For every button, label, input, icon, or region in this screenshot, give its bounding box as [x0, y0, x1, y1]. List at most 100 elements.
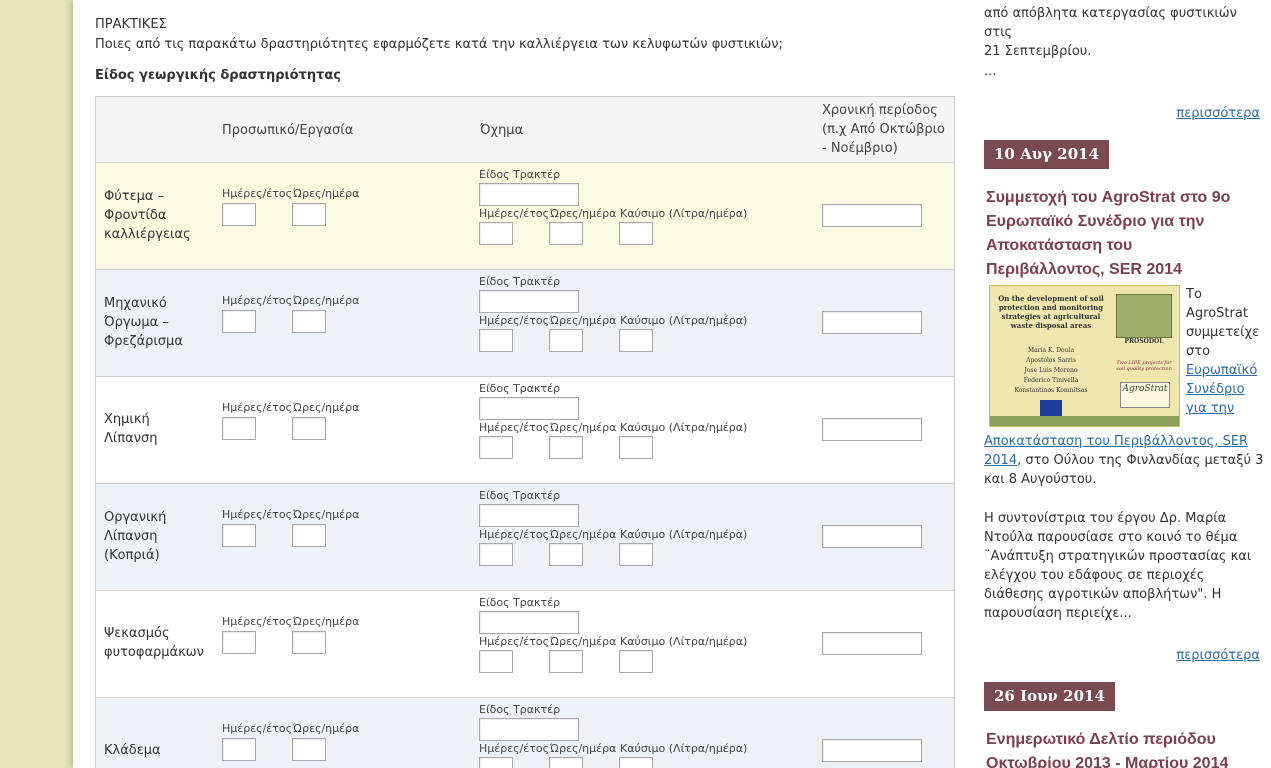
page: ΠΡΑΚΤΙΚΕΣ Ποιες από τις παρακάτω δραστηρ… — [73, 0, 1271, 768]
tractor-type-input[interactable] — [479, 504, 579, 527]
vehicle-hours-input[interactable] — [549, 543, 583, 566]
label-hours-day: Ώρες/ημέρα — [293, 187, 360, 200]
conference-link-e[interactable]: 2014 — [984, 453, 1017, 468]
fuel-input[interactable] — [619, 436, 653, 459]
personal-hours-input[interactable] — [292, 631, 326, 654]
question-text: Ποιες από τις παρακάτω δραστηριότητες εφ… — [95, 37, 783, 52]
table-row: Οργανική Λίπανση (Κοπριά) Ημέρες/έτος Ώρες/η… — [96, 484, 954, 591]
label-tractor-type: Είδος Τρακτέρ — [479, 489, 561, 502]
tractor-type-input[interactable] — [479, 290, 579, 313]
personal-days-input[interactable] — [222, 738, 256, 761]
activity-label: Οργανική Λίπανση (Κοπριά) — [104, 510, 167, 563]
personal-days-input[interactable] — [222, 524, 256, 547]
personal-hours-input[interactable] — [292, 524, 326, 547]
vehicle-days-input[interactable] — [479, 543, 513, 566]
personal-days-input[interactable] — [222, 203, 256, 226]
label-days-year: Ημέρες/έτος — [222, 508, 293, 521]
label-vehicle-days: Ημέρες/έτος — [479, 421, 550, 434]
vehicle-days-input[interactable] — [479, 222, 513, 245]
conference-link-d[interactable]: Αποκατάσταση του Περιβάλλοντος, SER — [984, 434, 1248, 449]
tractor-type-input[interactable] — [479, 397, 579, 420]
label-days-year: Ημέρες/έτος — [222, 401, 293, 414]
table-row: Φύτεμα – Φροντίδα καλλιέργειας Ημέρες/έτος Ώ… — [96, 163, 954, 270]
news-body-paragraph: Η συντονίστρια του έργου Δρ. Μαρία Ντούλ… — [984, 511, 1252, 621]
label-fuel: Καύσιμο (Λίτρα/ημέρα) — [620, 528, 748, 541]
label-vehicle-hours: Ώρες/ημέρα — [550, 742, 617, 755]
label-hours-day: Ώρες/ημέρα — [293, 401, 360, 414]
fuel-input[interactable] — [619, 329, 653, 352]
olive-tree-graphic — [1116, 294, 1172, 338]
vehicle-days-input[interactable] — [479, 436, 513, 459]
personal-hours-input[interactable] — [292, 417, 326, 440]
personal-days-input[interactable] — [222, 310, 256, 333]
vehicle-days-input[interactable] — [479, 329, 513, 352]
label-days-year: Ημέρες/έτος — [222, 722, 293, 735]
conference-link-b[interactable]: Συνέδριο — [1186, 382, 1245, 397]
activity-label: Φύτεμα – Φροντίδα καλλιέργειας — [104, 189, 191, 242]
personal-days-input[interactable] — [222, 417, 256, 440]
conference-link-c[interactable]: για την — [1186, 401, 1234, 416]
personal-hours-input[interactable] — [292, 738, 326, 761]
fuel-input[interactable] — [619, 222, 653, 245]
prev-news-ellipsis: ... — [984, 64, 997, 79]
label-vehicle-days: Ημέρες/έτος — [479, 742, 550, 755]
tractor-type-input[interactable] — [479, 183, 579, 206]
more-link-1[interactable]: περισσότερα — [1176, 106, 1260, 121]
label-fuel: Καύσιμο (Λίτρα/ημέρα) — [620, 635, 748, 648]
activities-table: Προσωπικό/Εργασία Όχημα Χρονική περίοδος… — [95, 96, 955, 768]
vehicle-hours-input[interactable] — [549, 436, 583, 459]
table-subheading: Είδος γεωργικής δραστηριότητας — [95, 68, 342, 83]
label-days-year: Ημέρες/έτος — [222, 294, 293, 307]
vehicle-hours-input[interactable] — [549, 757, 583, 768]
fuel-input[interactable] — [619, 650, 653, 673]
fuel-input[interactable] — [619, 543, 653, 566]
label-tractor-type: Είδος Τρακτέρ — [479, 703, 561, 716]
label-vehicle-days: Ημέρες/έτος — [479, 528, 550, 541]
period-input[interactable] — [822, 632, 922, 655]
label-hours-day: Ώρες/ημέρα — [293, 615, 360, 628]
news-title-link-2[interactable]: Ενημερωτικό Δελτίο περιόδου Οκτωβρίου 20… — [986, 728, 1261, 768]
personal-hours-input[interactable] — [292, 203, 326, 226]
fuel-input[interactable] — [619, 757, 653, 768]
activity-label: Κλάδεμα — [104, 743, 161, 758]
period-input[interactable] — [822, 739, 922, 762]
label-days-year: Ημέρες/έτος — [222, 615, 293, 628]
activity-label: Ψεκασμός φυτοφαρμάκων — [104, 626, 204, 660]
vehicle-hours-input[interactable] — [549, 329, 583, 352]
period-input[interactable] — [822, 418, 922, 441]
label-fuel: Καύσιμο (Λίτρα/ημέρα) — [620, 207, 748, 220]
vehicle-days-input[interactable] — [479, 650, 513, 673]
vehicle-hours-input[interactable] — [549, 650, 583, 673]
vehicle-hours-input[interactable] — [549, 222, 583, 245]
label-tractor-type: Είδος Τρακτέρ — [479, 382, 561, 395]
table-row: Μηχανικό Όργωμα – Φρεζάρισμα Ημέρες/έτος Ώρε… — [96, 270, 954, 377]
vehicle-days-input[interactable] — [479, 757, 513, 768]
label-fuel: Καύσιμο (Λίτρα/ημέρα) — [620, 314, 748, 327]
tractor-type-input[interactable] — [479, 611, 579, 634]
personal-hours-input[interactable] — [292, 310, 326, 333]
news-date-badge-2: 26 Ιουν 2014 — [984, 682, 1115, 711]
period-input[interactable] — [822, 204, 922, 227]
activity-label: Χημική Λίπανση — [104, 412, 158, 446]
conference-link-a[interactable]: Ευρωπαϊκό — [1186, 363, 1257, 378]
table-header: Προσωπικό/Εργασία Όχημα Χρονική περίοδος… — [96, 97, 954, 163]
label-vehicle-hours: Ώρες/ημέρα — [550, 314, 617, 327]
label-vehicle-days: Ημέρες/έτος — [479, 207, 550, 220]
table-body: Φύτεμα – Φροντίδα καλλιέργειας Ημέρες/έτος Ώ… — [96, 163, 954, 768]
table-row: Χημική Λίπανση Ημέρες/έτος Ώρες/ημέρα Είδος … — [96, 377, 954, 484]
personal-days-input[interactable] — [222, 631, 256, 654]
news-thumbnail-image[interactable]: On the development of soil protection an… — [989, 285, 1180, 427]
label-vehicle-days: Ημέρες/έτος — [479, 635, 550, 648]
period-input[interactable] — [822, 525, 922, 548]
more-link-2[interactable]: περισσότερα — [1176, 648, 1260, 663]
tractor-type-input[interactable] — [479, 718, 579, 741]
label-tractor-type: Είδος Τρακτέρ — [479, 275, 561, 288]
label-vehicle-hours: Ώρες/ημέρα — [550, 528, 617, 541]
activity-label: Μηχανικό Όργωμα – Φρεζάρισμα — [104, 296, 183, 349]
period-input[interactable] — [822, 311, 922, 334]
news-title-link[interactable]: Συμμετοχή του AgroStrat στο 9ο Ευρωπαϊκό… — [986, 186, 1261, 282]
label-hours-day: Ώρες/ημέρα — [293, 508, 360, 521]
label-vehicle-hours: Ώρες/ημέρα — [550, 421, 617, 434]
header-personal: Προσωπικό/Εργασία — [222, 123, 354, 138]
agrostrat-logo: AgroStrat — [1120, 382, 1170, 408]
